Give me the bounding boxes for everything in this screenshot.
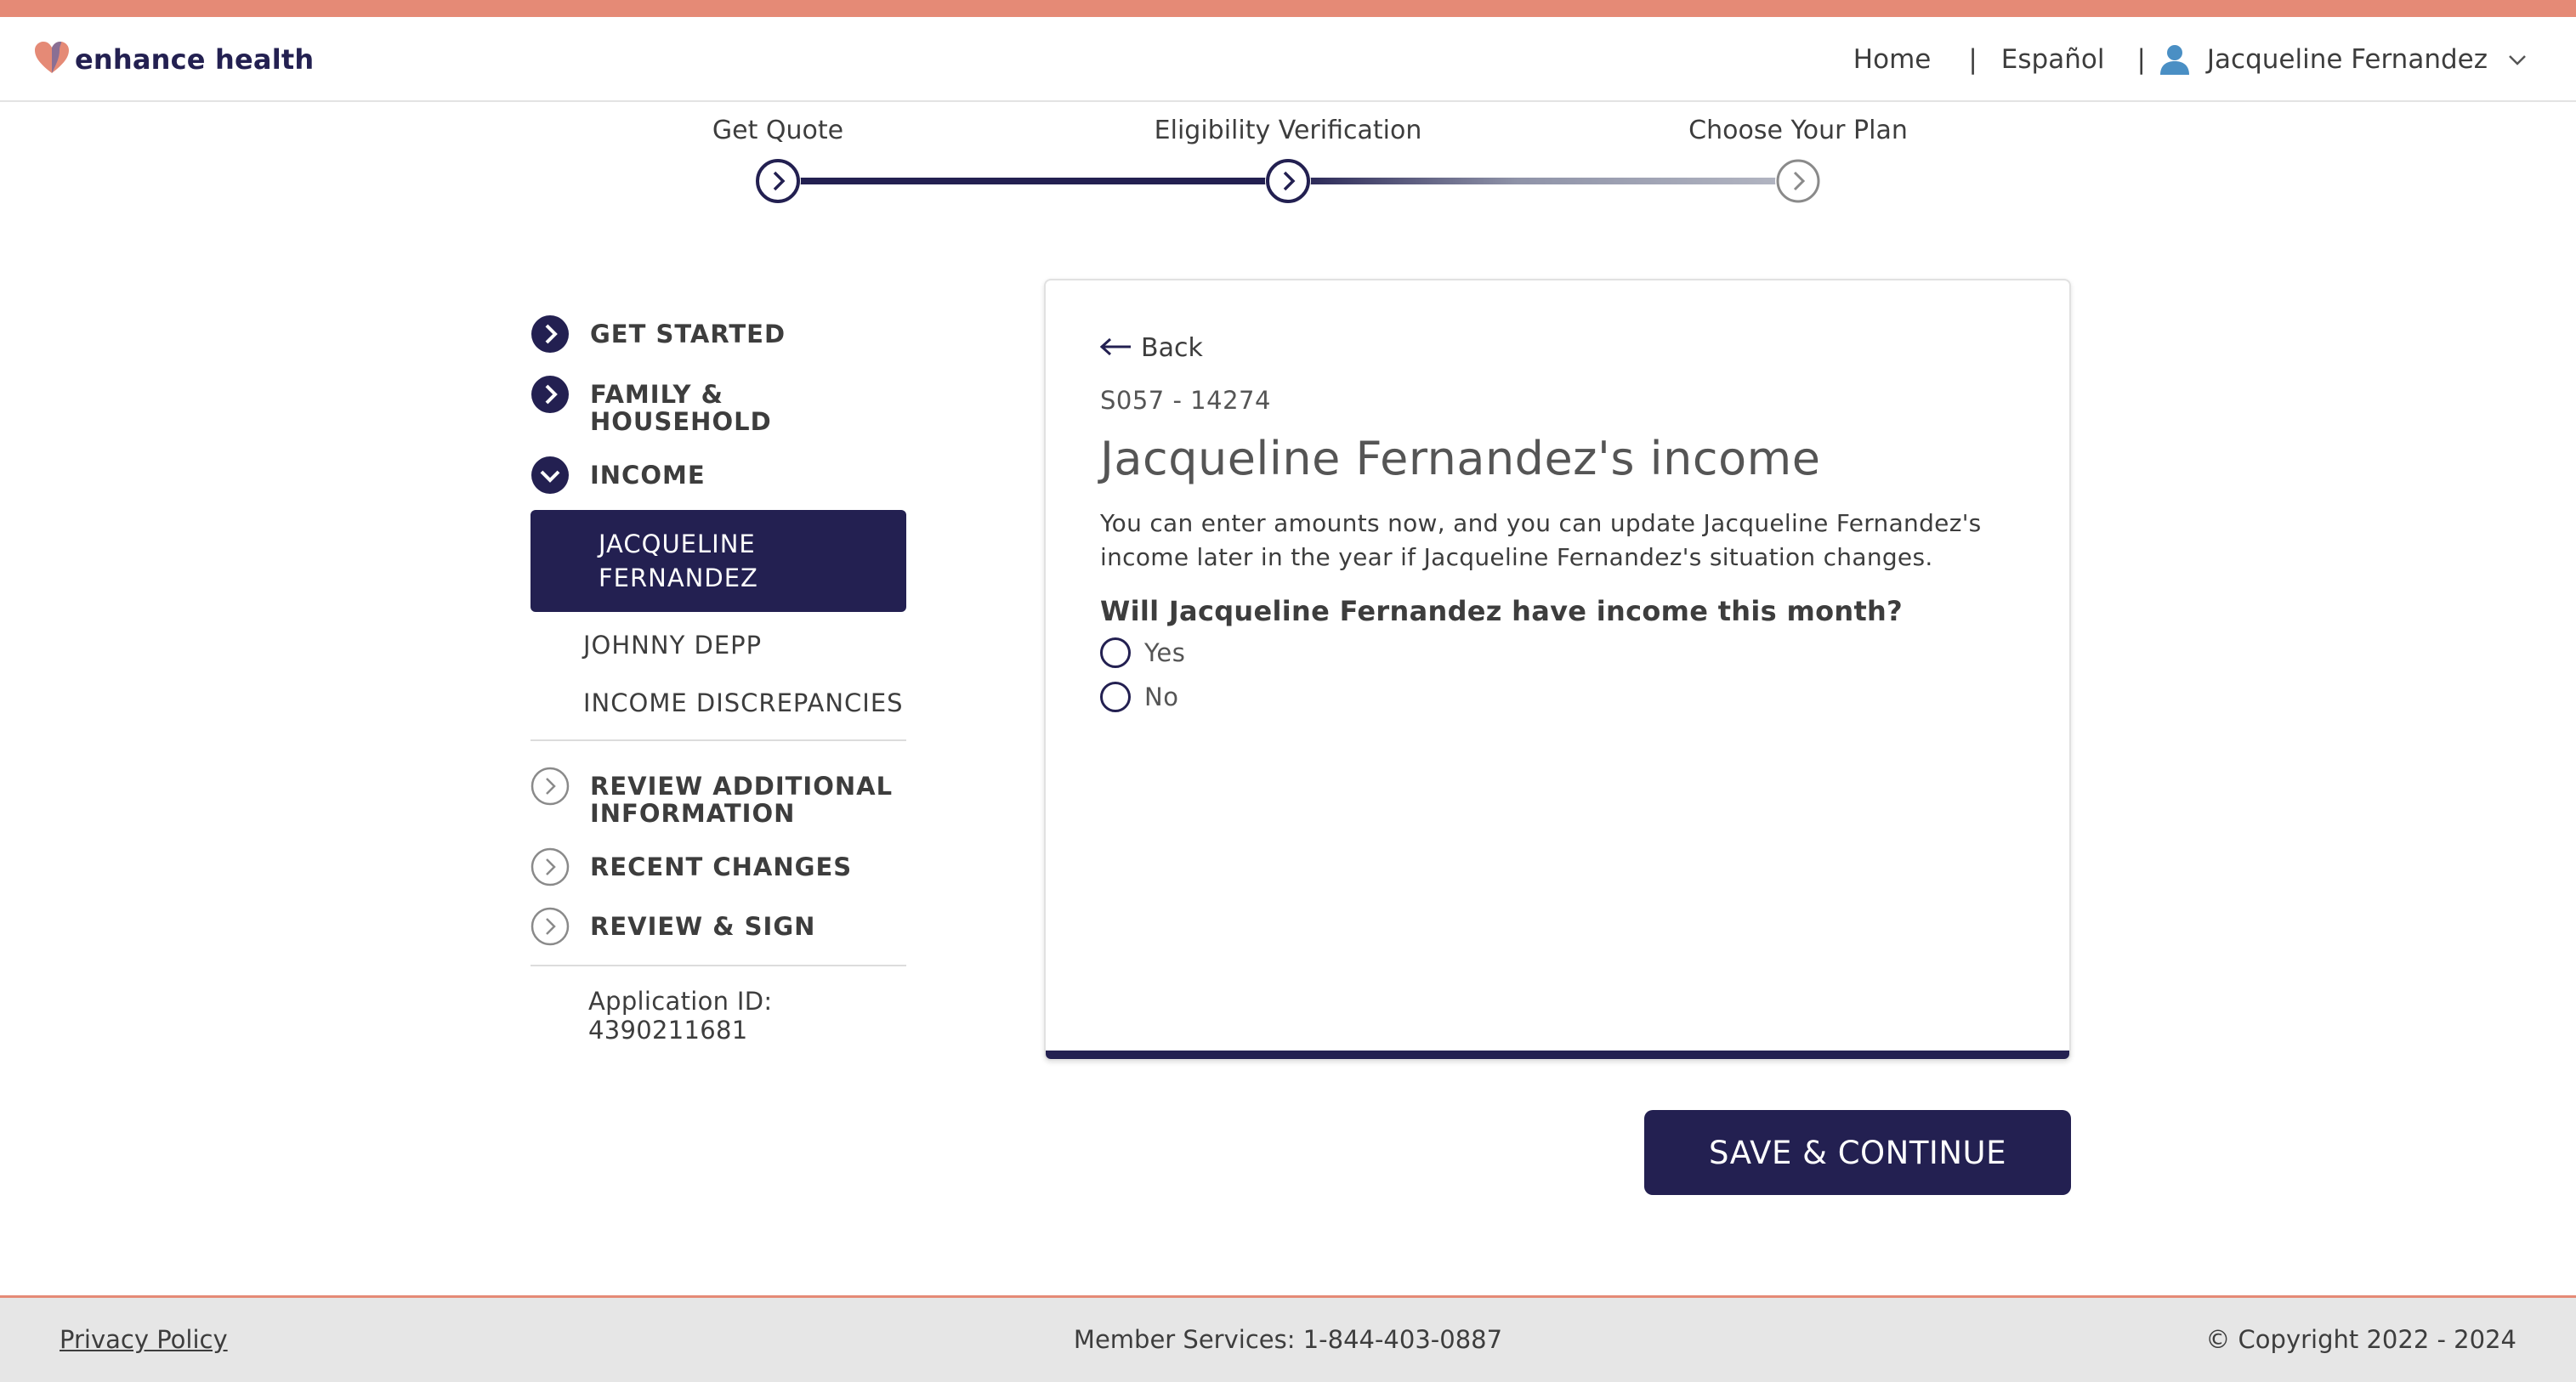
application-id: Application ID: 4390211681 (588, 987, 773, 1045)
radio-button-yes[interactable] (1100, 637, 1131, 668)
sidebar-nav: GET STARTED FAMILY & HOUSEHOLD INCOME JA… (531, 314, 906, 1045)
sidebar-item-get-started[interactable]: GET STARTED (531, 314, 906, 354)
card-bottom-border (1046, 1051, 2069, 1059)
nav-separator: | (1968, 44, 1977, 75)
progress-line-pending (1288, 178, 1798, 184)
case-id: S057 - 14274 (1100, 386, 1271, 415)
page-title: Jacqueline Fernandez's income (1100, 432, 1821, 485)
back-link[interactable]: Back (1099, 333, 1203, 363)
income-card: Back S057 - 14274 Jacqueline Fernandez's… (1044, 279, 2071, 1061)
arrow-left-icon (1099, 333, 1141, 363)
sidebar-item-label: REVIEW & SIGN (590, 912, 816, 941)
chevron-right-circle-icon (531, 314, 570, 354)
chevron-right-circle-icon (531, 375, 570, 414)
step-label-get-quote: Get Quote (712, 116, 844, 145)
sidebar-subitem-income-discrepancies[interactable]: INCOME DISCREPANCIES (531, 688, 906, 717)
nav-separator: | (2136, 44, 2146, 75)
chevron-right-circle-icon (531, 847, 570, 886)
sidebar-item-label: REVIEW ADDITIONAL INFORMATION (590, 772, 894, 828)
sidebar-divider (531, 965, 906, 966)
sidebar-item-label: GET STARTED (590, 320, 786, 348)
site-header: enhance health Home | Español | Jacqueli… (0, 17, 2576, 102)
user-menu-name[interactable]: Jacqueline Fernandez (2207, 44, 2488, 75)
sidebar-item-income[interactable]: INCOME (531, 456, 906, 495)
heart-logo-icon (32, 39, 71, 80)
sidebar-item-label: RECENT CHANGES (590, 852, 853, 881)
user-icon[interactable] (2158, 42, 2192, 76)
chevron-down-circle-icon (531, 456, 570, 495)
site-footer: Privacy Policy Member Services: 1-844-40… (0, 1295, 2576, 1382)
page-description: You can enter amounts now, and you can u… (1100, 509, 1982, 571)
radio-option-no[interactable]: No (1100, 682, 1178, 712)
nav-home-link[interactable]: Home (1853, 44, 1932, 75)
top-nav: Home | Español | Jacqueline Fernandez (1853, 42, 2528, 76)
sidebar-item-label: FAMILY & HOUSEHOLD (590, 380, 772, 436)
member-services: Member Services: 1-844-403-0887 (1073, 1325, 1503, 1354)
logo[interactable]: enhance health (32, 39, 314, 80)
sidebar-subitem-johnny-depp[interactable]: JOHNNY DEPP (531, 631, 906, 660)
sidebar-divider (531, 739, 906, 741)
sidebar-subitem-jacqueline-fernandez[interactable]: JACQUELINE FERNANDEZ (531, 510, 906, 612)
chevron-down-icon[interactable] (2488, 48, 2528, 71)
top-accent-strip (0, 0, 2576, 17)
step-label-choose-plan: Choose Your Plan (1688, 116, 1908, 145)
nav-language-link[interactable]: Español (2001, 44, 2105, 75)
copyright: © Copyright 2022 - 2024 (2205, 1325, 2516, 1354)
radio-option-yes[interactable]: Yes (1100, 637, 1185, 668)
radio-button-no[interactable] (1100, 682, 1131, 712)
radio-label-no: No (1144, 683, 1179, 711)
chevron-right-circle-icon (531, 907, 570, 946)
sidebar-item-review-additional[interactable]: REVIEW ADDITIONAL INFORMATION (531, 767, 906, 827)
sidebar-item-family-household[interactable]: FAMILY & HOUSEHOLD (531, 375, 906, 435)
back-label: Back (1141, 333, 1203, 363)
step-eligibility[interactable] (1265, 158, 1311, 204)
sidebar-item-review-sign[interactable]: REVIEW & SIGN (531, 907, 906, 946)
income-question: Will Jacqueline Fernandez have income th… (1100, 595, 1903, 627)
progress-line-complete (778, 178, 1288, 184)
step-choose-plan[interactable] (1775, 158, 1821, 204)
step-label-eligibility: Eligibility Verification (1154, 116, 1422, 145)
step-get-quote[interactable] (755, 158, 801, 204)
sidebar-item-label: INCOME (590, 461, 706, 490)
radio-label-yes: Yes (1144, 638, 1186, 667)
save-continue-button[interactable]: SAVE & CONTINUE (1644, 1110, 2071, 1195)
sidebar-item-recent-changes[interactable]: RECENT CHANGES (531, 847, 906, 886)
logo-text: enhance health (75, 43, 315, 76)
chevron-right-circle-icon (531, 767, 570, 806)
